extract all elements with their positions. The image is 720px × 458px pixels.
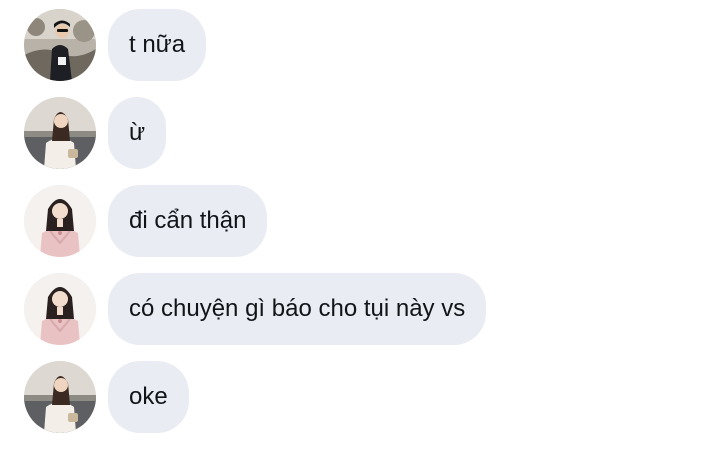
avatar-girl-cream-sweater-icon[interactable] <box>24 361 96 433</box>
message-row: oke <box>0 361 720 433</box>
message-thread: t nữa ừ đi cẩn thận có chuyện gì báo cho… <box>0 0 720 458</box>
message-row: ừ <box>0 97 720 169</box>
message-bubble[interactable]: đi cẩn thận <box>108 185 268 257</box>
message-row: t nữa <box>0 9 720 81</box>
message-bubble[interactable]: có chuyện gì báo cho tụi này vs <box>108 273 487 345</box>
avatar-girl-cream-sweater-icon[interactable] <box>24 97 96 169</box>
message-bubble[interactable]: t nữa <box>108 9 207 81</box>
message-bubble[interactable]: oke <box>108 361 189 433</box>
avatar-girl-pink-dress-icon[interactable] <box>24 185 96 257</box>
message-bubble[interactable]: ừ <box>108 97 167 169</box>
message-row: có chuyện gì báo cho tụi này vs <box>0 273 720 345</box>
message-row: đi cẩn thận <box>0 185 720 257</box>
avatar-girl-pink-dress-icon[interactable] <box>24 273 96 345</box>
avatar-guy-sunglasses-icon[interactable] <box>24 9 96 81</box>
